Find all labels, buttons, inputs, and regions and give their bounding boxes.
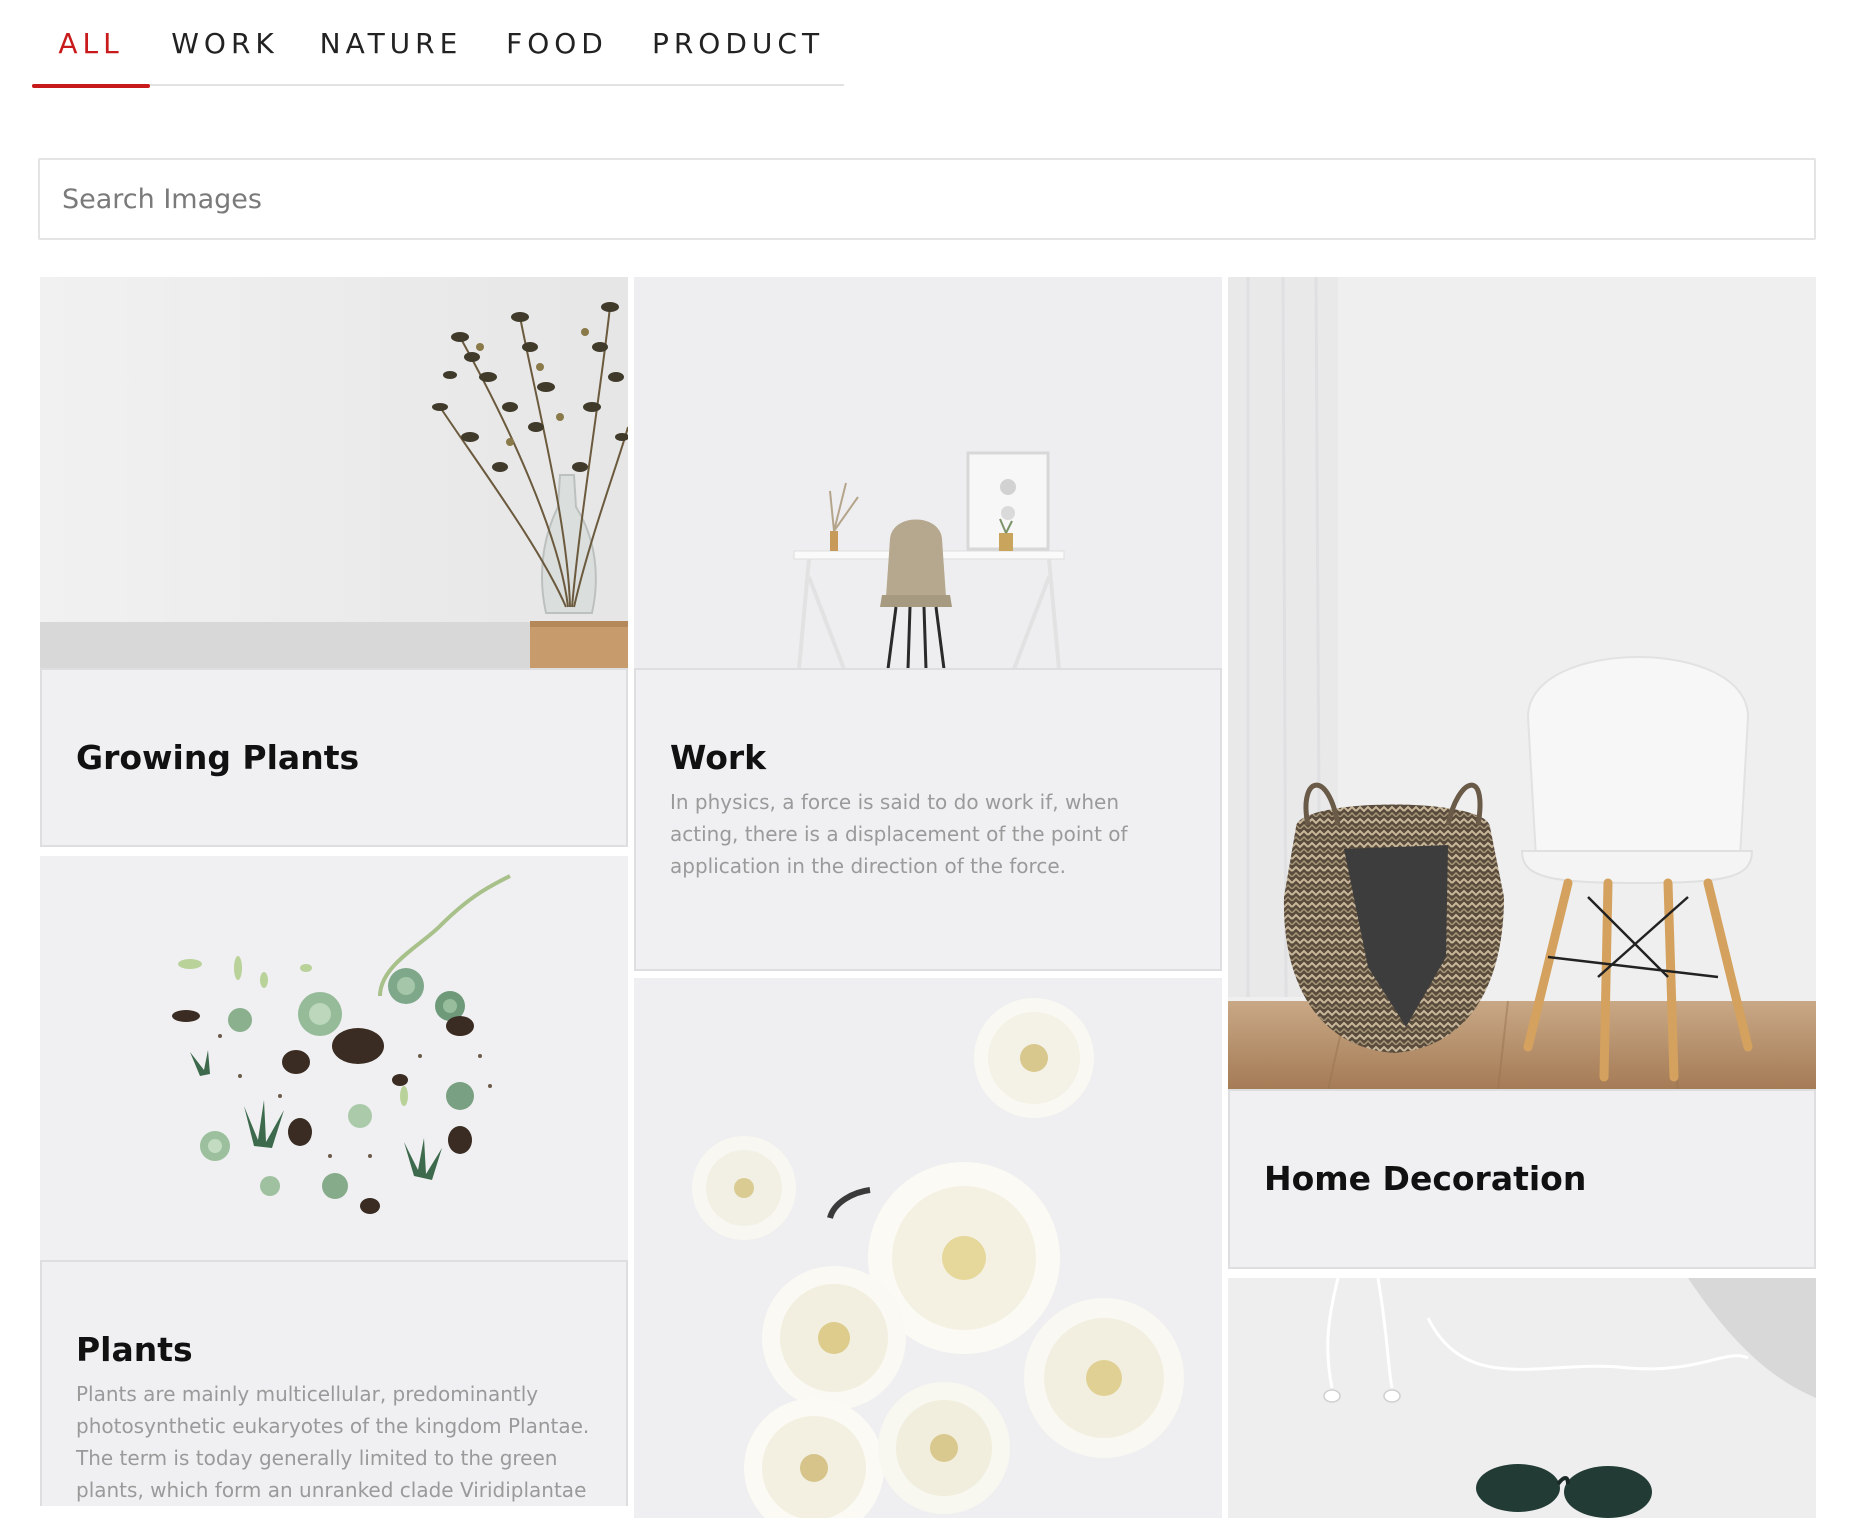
gallery-card-earphones[interactable] (1228, 1278, 1816, 1518)
dried-flowers-vase-image[interactable] (40, 277, 628, 669)
white-desk-chair-image[interactable] (634, 277, 1222, 669)
card-body: Home Decoration (1228, 1089, 1816, 1269)
gallery-card-work[interactable]: Work In physics, a force is said to do w… (634, 277, 1222, 971)
tab-product[interactable]: PRODUCT (632, 0, 844, 86)
card-title: Plants (76, 1330, 193, 1369)
card-body: Growing Plants (40, 668, 628, 847)
card-title: Growing Plants (76, 738, 360, 777)
tab-work[interactable]: WORK (150, 0, 300, 86)
card-body: Plants Plants are mainly multicellular, … (40, 1260, 628, 1506)
card-description: In physics, a force is said to do work i… (670, 790, 1128, 878)
gallery-card-chrysanthemums[interactable] (634, 978, 1222, 1518)
tab-all[interactable]: ALL (32, 0, 150, 88)
card-title: Home Decoration (1264, 1159, 1587, 1198)
card-body: Work In physics, a force is said to do w… (634, 668, 1222, 971)
tab-food[interactable]: FOOD (482, 0, 632, 86)
card-title: Work (670, 738, 767, 777)
white-chrysanthemums-image[interactable] (634, 978, 1222, 1518)
search-images-input[interactable] (38, 158, 1816, 240)
gallery-card-home-decoration[interactable]: Home Decoration (1228, 277, 1816, 1269)
succulents-image[interactable] (40, 856, 628, 1261)
category-tabs: ALL WORK NATURE FOOD PRODUCT (32, 0, 844, 88)
card-description: Plants are mainly multicellular, predomi… (76, 1382, 590, 1502)
gallery-card-plants[interactable]: Plants Plants are mainly multicellular, … (40, 856, 628, 1506)
gallery-card-growing-plants[interactable]: Growing Plants (40, 277, 628, 847)
earphones-sunglasses-image[interactable] (1228, 1278, 1816, 1518)
basket-and-chair-image[interactable] (1228, 277, 1816, 1090)
tab-nature[interactable]: NATURE (300, 0, 482, 86)
